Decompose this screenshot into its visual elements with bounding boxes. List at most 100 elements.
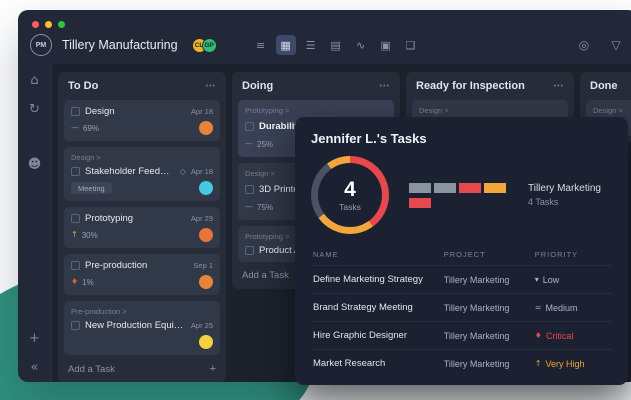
- task-card[interactable]: Pre-production Sep 1 ♦ 1%: [64, 254, 220, 295]
- team-icon[interactable]: ☻: [28, 158, 42, 171]
- task-title: New Production Equipment: [85, 320, 186, 331]
- project-summary: Tillery Marketing 4 Tasks: [528, 183, 601, 207]
- minimize-button[interactable]: [45, 21, 52, 28]
- progress-icon: —: [245, 203, 253, 211]
- task-progress: 25%: [257, 140, 273, 149]
- task-breadcrumb: Design >: [593, 106, 631, 115]
- menu-icon[interactable]: ≡: [251, 35, 271, 55]
- task-tag: Meeting: [71, 182, 112, 194]
- task-due-date: Apr 18: [191, 167, 213, 176]
- add-task-label: Add a Task: [68, 364, 115, 375]
- task-checkbox[interactable]: [71, 214, 80, 223]
- member-avatars: CL GP: [192, 38, 217, 53]
- app-sidebar: ⌂ ↻ ☻ + «: [18, 64, 52, 382]
- project-name: Tillery Marketing: [528, 183, 601, 194]
- tasks-donut-chart: 4 Tasks: [311, 156, 389, 234]
- task-card[interactable]: Design > Stakeholder Feedback ◇ Apr 18 M…: [64, 147, 220, 201]
- task-count: 4: [344, 179, 356, 200]
- task-progress: 69%: [83, 124, 99, 133]
- progress-icon: —: [71, 124, 79, 132]
- task-card[interactable]: Pre-production > New Production Equipmen…: [64, 301, 220, 355]
- task-project: Tillery Marketing: [444, 303, 535, 313]
- window-titlebar: [18, 10, 631, 28]
- column-menu-icon[interactable]: •••: [206, 83, 216, 90]
- column-menu-icon[interactable]: •••: [380, 83, 390, 90]
- task-checkbox[interactable]: [71, 261, 80, 270]
- task-title: Stakeholder Feedback: [85, 166, 175, 177]
- task-project: Tillery Marketing: [444, 275, 535, 285]
- task-card[interactable]: Design Apr 18 — 69%: [64, 100, 220, 141]
- task-name: Market Research: [313, 358, 444, 369]
- assignee-avatar: [199, 335, 213, 349]
- board-view-icon[interactable]: ▦: [276, 35, 296, 55]
- assignee-avatar: [199, 275, 213, 289]
- project-task-count: 4 Tasks: [528, 197, 601, 207]
- task-checkbox[interactable]: [245, 246, 254, 255]
- task-breadcrumb: Design >: [419, 106, 561, 115]
- bar-segment: [434, 183, 456, 193]
- priority-distribution-bar: [409, 183, 506, 208]
- task-name: Hire Graphic Designer: [313, 330, 444, 341]
- task-progress: 75%: [257, 203, 273, 212]
- task-priority: ▾ Low: [535, 275, 610, 285]
- header-actions: ◎ ▽: [574, 35, 626, 55]
- task-priority: = Medium: [535, 303, 610, 313]
- column-title: Done: [590, 80, 618, 92]
- column-title: Ready for Inspection: [416, 80, 525, 92]
- task-row[interactable]: Define Marketing Strategy Tillery Market…: [311, 265, 612, 293]
- task-checkbox[interactable]: [245, 185, 254, 194]
- watch-icon[interactable]: ◎: [574, 35, 594, 55]
- column-header-priority: PRIORITY: [535, 250, 610, 259]
- task-breadcrumb: Design >: [71, 153, 213, 162]
- task-row[interactable]: Market Research Tillery Marketing ↑ Very…: [311, 349, 612, 377]
- progress-icon: ↑: [71, 231, 78, 239]
- list-view-icon[interactable]: ☰: [301, 35, 321, 55]
- task-title: Prototyping: [85, 213, 186, 224]
- bar-sub-segment: [409, 198, 431, 208]
- tasks-table: NAME PROJECT PRIORITY Define Marketing S…: [311, 246, 612, 377]
- add-task-button[interactable]: Add a Task +: [64, 355, 220, 377]
- calendar-view-icon[interactable]: ▣: [376, 35, 396, 55]
- priority-label: Critical: [546, 331, 574, 341]
- task-checkbox[interactable]: [71, 321, 80, 330]
- column-menu-icon[interactable]: •••: [554, 83, 564, 90]
- task-breadcrumb: Prototyping >: [245, 106, 387, 115]
- timeline-view-icon[interactable]: ∿: [351, 35, 371, 55]
- task-checkbox[interactable]: [71, 107, 80, 116]
- task-row[interactable]: Hire Graphic Designer Tillery Marketing …: [311, 321, 612, 349]
- workspace-title: Tillery Manufacturing: [62, 38, 178, 52]
- task-name: Brand Strategy Meeting: [313, 302, 444, 313]
- priority-label: Medium: [545, 303, 577, 313]
- filter-icon[interactable]: ▽: [606, 35, 626, 55]
- priority-label: Low: [543, 275, 560, 285]
- workspace-logo[interactable]: PM: [30, 34, 52, 56]
- table-header-row: NAME PROJECT PRIORITY: [311, 246, 612, 265]
- column-header-name: NAME: [313, 250, 444, 259]
- task-project: Tillery Marketing: [444, 331, 535, 341]
- close-button[interactable]: [32, 21, 39, 28]
- task-due-date: Sep 1: [193, 261, 213, 270]
- bar-segment: [459, 183, 481, 193]
- task-row[interactable]: Brand Strategy Meeting Tillery Marketing…: [311, 293, 612, 321]
- assignee-avatar: [199, 181, 213, 195]
- home-icon[interactable]: ⌂: [30, 74, 38, 87]
- priority-low-icon: ▾: [535, 275, 539, 284]
- document-view-icon[interactable]: ❏: [401, 35, 421, 55]
- add-icon[interactable]: +: [29, 332, 40, 345]
- zoom-button[interactable]: [58, 21, 65, 28]
- column-title: Doing: [242, 80, 273, 92]
- task-checkbox[interactable]: [71, 167, 80, 176]
- progress-icon: —: [245, 140, 253, 148]
- task-priority: ↑ Very High: [535, 359, 610, 369]
- task-checkbox[interactable]: [245, 122, 254, 131]
- priority-medium-icon: =: [535, 303, 542, 312]
- table-view-icon[interactable]: ▤: [326, 35, 346, 55]
- sync-icon[interactable]: ↻: [29, 103, 40, 116]
- collapse-icon[interactable]: «: [31, 361, 39, 374]
- column-title: To Do: [68, 80, 98, 92]
- task-card[interactable]: Prototyping Apr 29 ↑ 30%: [64, 207, 220, 248]
- task-title: Design: [85, 106, 186, 117]
- task-progress: 30%: [82, 231, 98, 240]
- member-avatar[interactable]: GP: [202, 38, 217, 53]
- app-header: PM Tillery Manufacturing CL GP ≡ ▦ ☰ ▤ ∿…: [18, 28, 631, 64]
